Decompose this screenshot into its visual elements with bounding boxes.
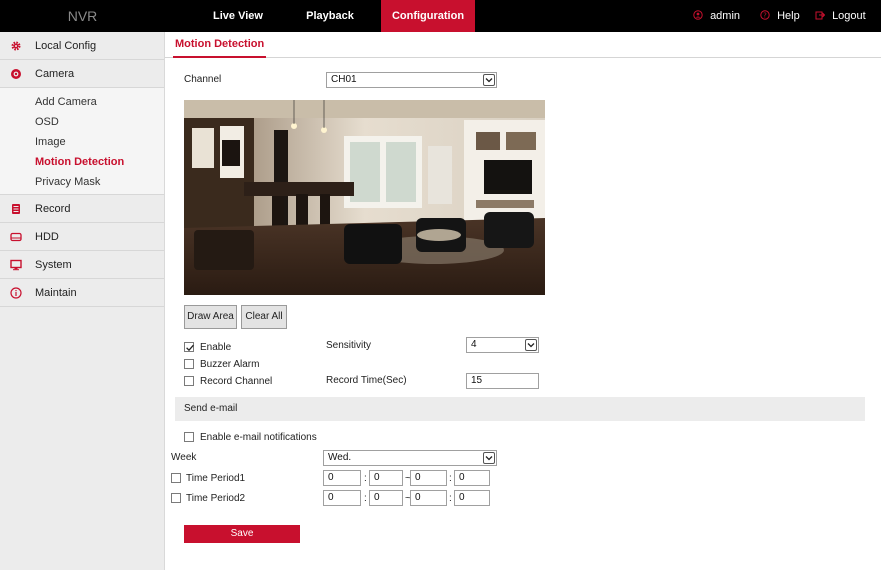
sidebar-sub-add-camera[interactable]: Add Camera	[0, 92, 164, 112]
svg-text:?: ?	[763, 12, 767, 20]
sidebar-sub-motion-detection[interactable]: Motion Detection	[0, 152, 164, 172]
sidebar-item-label: System	[35, 259, 72, 271]
checkmark-icon	[186, 344, 194, 352]
gear-icon	[9, 32, 23, 60]
chevron-down-icon	[525, 339, 537, 351]
brand-logo: NVR	[67, 8, 98, 24]
logout-link[interactable]: Logout	[815, 0, 866, 32]
time-period2-end-minute[interactable]: 0	[454, 490, 490, 506]
time-period2-end-hour[interactable]: 0	[410, 490, 447, 506]
time-period1-end-hour[interactable]: 0	[410, 470, 447, 486]
time-period1-label: Time Period1	[186, 473, 246, 484]
tab-playback[interactable]: Playback	[288, 0, 372, 32]
sensitivity-select[interactable]: 4	[466, 337, 539, 353]
sidebar-item-label: Record	[35, 203, 71, 215]
chevron-down-icon	[483, 452, 495, 464]
enable-label: Enable	[200, 342, 232, 353]
chevron-down-icon	[483, 74, 495, 86]
help-label: Help	[777, 10, 800, 22]
camera-submenu: Add Camera OSD Image Motion Detection Pr…	[0, 88, 164, 195]
record-time-label: Record Time(Sec)	[326, 375, 407, 386]
help-icon: ?	[760, 10, 773, 22]
sidebar-item-maintain[interactable]: Maintain	[0, 279, 164, 307]
tab-configuration[interactable]: Configuration	[381, 0, 475, 32]
email-notifications-label: Enable e-mail notifications	[200, 432, 317, 443]
sidebar-item-system[interactable]: System	[0, 251, 164, 279]
monitor-icon	[9, 251, 23, 279]
record-icon	[9, 195, 23, 223]
sidebar-item-record[interactable]: Record	[0, 195, 164, 223]
enable-checkbox[interactable]	[184, 342, 194, 352]
sidebar-item-label: HDD	[35, 231, 59, 243]
camera-icon	[9, 60, 23, 88]
time-separator: :	[364, 473, 367, 484]
time-period2-start-minute[interactable]: 0	[369, 490, 403, 506]
sidebar-item-label: Camera	[35, 68, 75, 80]
time-period1-start-minute[interactable]: 0	[369, 470, 403, 486]
help-link[interactable]: ? Help	[760, 0, 800, 32]
sidebar-item-camera[interactable]: Camera	[0, 60, 164, 88]
sidebar-item-hdd[interactable]: HDD	[0, 223, 164, 251]
time-period1-end-minute[interactable]: 0	[454, 470, 490, 486]
camera-preview[interactable]	[184, 100, 545, 295]
draw-area-button[interactable]: Draw Area	[184, 305, 237, 329]
week-select[interactable]: Wed.	[323, 450, 497, 466]
time-separator: :	[449, 493, 452, 504]
top-nav-bar: NVR Live View Playback Configuration adm…	[0, 0, 881, 32]
hdd-icon	[9, 223, 23, 251]
time-separator: :	[364, 493, 367, 504]
time-period2-checkbox[interactable]	[171, 493, 181, 503]
user-icon	[693, 10, 706, 22]
week-value: Wed.	[328, 452, 352, 463]
channel-select[interactable]: CH01	[326, 72, 497, 88]
record-channel-checkbox[interactable]	[184, 376, 194, 386]
logout-label: Logout	[832, 10, 866, 22]
sensitivity-value: 4	[471, 339, 477, 350]
sidebar-sub-image[interactable]: Image	[0, 132, 164, 152]
buzzer-alarm-label: Buzzer Alarm	[200, 359, 260, 370]
time-separator: :	[449, 473, 452, 484]
channel-label: Channel	[184, 74, 222, 85]
save-button[interactable]: Save	[184, 525, 300, 543]
record-channel-label: Record Channel	[200, 376, 273, 387]
time-period2-start-hour[interactable]: 0	[323, 490, 361, 506]
clear-all-button[interactable]: Clear All	[241, 305, 287, 329]
sidebar-item-label: Local Config	[35, 40, 97, 52]
channel-value: CH01	[331, 74, 357, 85]
user-menu[interactable]: admin	[693, 0, 740, 32]
tab-live-view[interactable]: Live View	[196, 0, 280, 32]
send-email-header: Send e-mail	[175, 397, 865, 421]
sidebar-sub-osd[interactable]: OSD	[0, 112, 164, 132]
email-notifications-checkbox[interactable]	[184, 432, 194, 442]
record-time-input[interactable]: 15	[466, 373, 539, 389]
sidebar-item-local-config[interactable]: Local Config	[0, 32, 164, 60]
main-content: Motion Detection Channel CH01 Draw Area …	[165, 32, 881, 570]
week-label: Week	[171, 452, 197, 463]
info-icon	[9, 279, 23, 307]
tab-motion-detection[interactable]: Motion Detection	[173, 32, 267, 58]
sidebar-item-label: Maintain	[35, 287, 77, 299]
time-period1-checkbox[interactable]	[171, 473, 181, 483]
user-name: admin	[710, 10, 741, 22]
sidebar-sub-privacy-mask[interactable]: Privacy Mask	[0, 172, 164, 192]
time-period1-start-hour[interactable]: 0	[323, 470, 361, 486]
sidebar: Local Config Camera Add Camera OSD Image…	[0, 32, 165, 570]
preview-scene-image	[184, 100, 545, 295]
sensitivity-label: Sensitivity	[326, 340, 372, 351]
logout-icon	[815, 10, 828, 22]
content-tabbar: Motion Detection	[165, 32, 881, 58]
time-period2-label: Time Period2	[186, 493, 246, 504]
buzzer-alarm-checkbox[interactable]	[184, 359, 194, 369]
